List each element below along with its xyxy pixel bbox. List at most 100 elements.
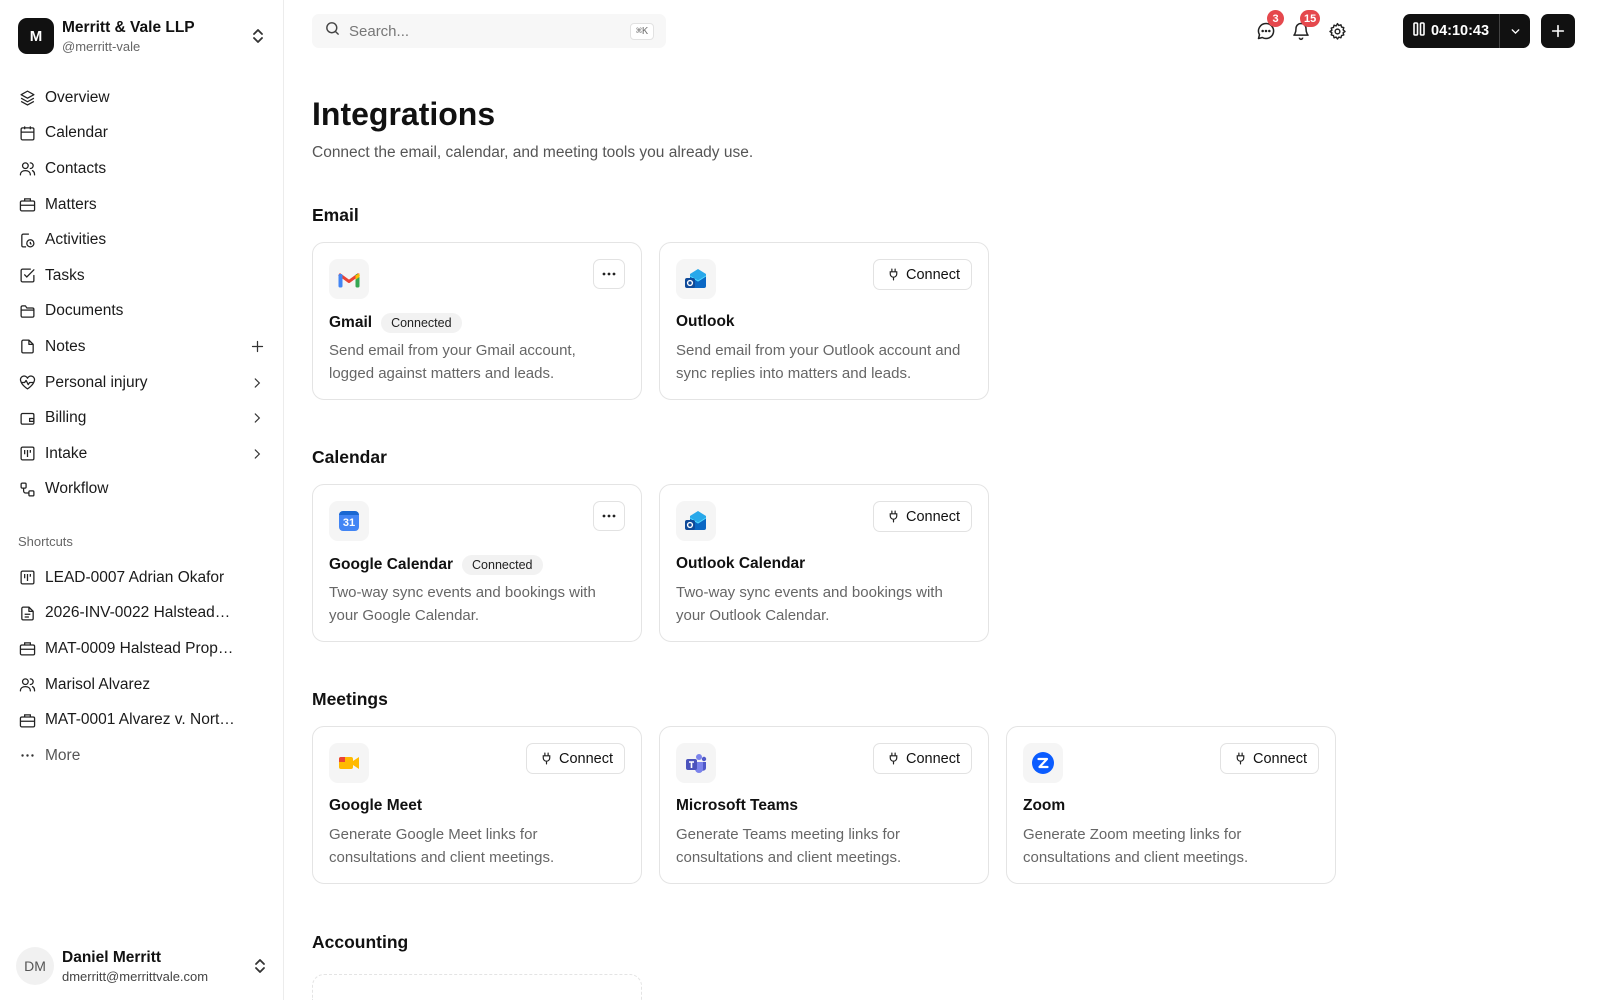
- integration-name: Outlook Calendar: [676, 555, 806, 572]
- shortcut-item[interactable]: MAT-0009 Halstead Prop…: [10, 631, 274, 667]
- shortcut-label: LEAD-0007 Adrian Okafor: [45, 568, 225, 586]
- workspace-logo: M: [18, 18, 54, 54]
- integration-name: Gmail: [329, 314, 373, 331]
- add-note-button[interactable]: [248, 338, 266, 356]
- nav-item-documents[interactable]: Documents: [10, 294, 274, 330]
- topbar: ⌘K 3 15 04:10:43: [285, 0, 1600, 62]
- nav-label: Personal injury: [45, 373, 148, 391]
- integration-description: Two-way sync events and bookings with yo…: [676, 584, 943, 624]
- more-options-button[interactable]: [593, 501, 625, 531]
- chevron-up-down-icon[interactable]: [248, 26, 268, 46]
- connect-button[interactable]: Connect: [872, 743, 972, 774]
- nav-item-matters[interactable]: Matters: [10, 187, 274, 223]
- briefcase-icon: [18, 640, 36, 658]
- clock-document-icon: [18, 231, 36, 249]
- teams-logo-icon: [676, 743, 716, 783]
- user-icon: [18, 676, 36, 694]
- nav-item-calendar[interactable]: Calendar: [10, 116, 274, 152]
- checkbox-icon: [18, 267, 36, 285]
- nav-item-activities[interactable]: Activities: [10, 222, 274, 258]
- connect-button[interactable]: Connect: [872, 259, 972, 290]
- nav-item-overview[interactable]: Overview: [10, 80, 274, 116]
- chevron-right-icon[interactable]: [248, 445, 266, 463]
- integration-name: Outlook: [676, 313, 735, 330]
- nav-item-tasks[interactable]: Tasks: [10, 258, 274, 294]
- nav-label: Workflow: [45, 480, 109, 498]
- nav-item-contacts[interactable]: Contacts: [10, 151, 274, 187]
- integration-card-outlook-calendar: Connect Outlook Calendar Two-way sync ev…: [659, 484, 989, 642]
- timer-pause-button[interactable]: 04:10:43: [1403, 14, 1501, 48]
- notifications-button[interactable]: 15: [1290, 10, 1321, 42]
- more-label: More: [45, 746, 81, 764]
- shortcut-item[interactable]: 2026-INV-0022 Halstead…: [10, 596, 274, 632]
- nav-label: Calendar: [45, 124, 108, 142]
- nav-label: Intake: [45, 444, 88, 462]
- settings-button[interactable]: [1326, 20, 1348, 42]
- nav-label: Notes: [45, 337, 86, 355]
- nav-label: Contacts: [45, 159, 107, 177]
- plug-icon: [887, 751, 900, 766]
- nav-item-billing[interactable]: Billing: [10, 400, 274, 436]
- nav-label: Documents: [45, 302, 124, 320]
- time-tracker: 04:10:43: [1403, 14, 1531, 48]
- integration-card-zoom: Connect Zoom Generate Zoom meeting links…: [1006, 726, 1336, 884]
- google-calendar-logo-icon: 31: [329, 501, 369, 541]
- wallet-icon: [18, 409, 36, 427]
- outlook-logo-icon: [676, 501, 716, 541]
- page-title: Integrations: [312, 96, 496, 132]
- ellipsis-icon: [602, 514, 616, 518]
- chevron-up-down-icon[interactable]: [250, 956, 270, 976]
- chevron-right-icon[interactable]: [248, 374, 266, 392]
- plug-icon: [887, 509, 900, 524]
- main-nav: Overview Calendar Contacts Matters Activ…: [10, 80, 274, 507]
- connect-button[interactable]: Connect: [525, 743, 625, 774]
- nav-item-notes[interactable]: Notes: [10, 329, 274, 365]
- shortcut-item[interactable]: MAT-0001 Alvarez v. Nort…: [10, 702, 274, 738]
- workspace-switcher[interactable]: M Merritt & Vale LLP @merritt-vale: [18, 16, 268, 56]
- calendar-date-text: 31: [339, 511, 359, 531]
- note-icon: [18, 338, 36, 356]
- integration-description: Generate Google Meet links for consultat…: [329, 826, 555, 866]
- user-name: Daniel Merritt: [62, 948, 162, 966]
- more-options-button[interactable]: [593, 259, 625, 289]
- workflow-icon: [18, 480, 36, 498]
- chevron-right-icon[interactable]: [248, 409, 266, 427]
- connect-button[interactable]: Connect: [1219, 743, 1319, 774]
- page-subtitle: Connect the email, calendar, and meeting…: [312, 144, 754, 161]
- shortcuts-more[interactable]: More: [10, 738, 274, 774]
- timer-value: 04:10:43: [1431, 23, 1490, 39]
- connect-label: Connect: [905, 750, 960, 767]
- nav-item-intake[interactable]: Intake: [10, 436, 274, 472]
- integration-card-outlook: Connect Outlook Send email from your Out…: [659, 242, 989, 400]
- plus-icon: [1551, 24, 1565, 38]
- integration-card-gmail: Gmail Connected Send email from your Gma…: [312, 242, 642, 400]
- connect-label: Connect: [905, 508, 960, 525]
- nav-item-workflow[interactable]: Workflow: [10, 472, 274, 508]
- section-title-accounting: Accounting: [312, 932, 409, 952]
- gear-icon: [1328, 22, 1346, 40]
- plug-icon: [887, 267, 900, 282]
- integration-description: Generate Teams meeting links for consult…: [676, 826, 902, 866]
- connect-button[interactable]: Connect: [872, 501, 972, 532]
- nav-item-personal-injury[interactable]: Personal injury: [10, 365, 274, 401]
- shortcut-item[interactable]: LEAD-0007 Adrian Okafor: [10, 560, 274, 596]
- shortcuts-heading: Shortcuts: [18, 534, 73, 549]
- integration-card-google-meet: Connect Google Meet Generate Google Meet…: [312, 726, 642, 884]
- create-new-button[interactable]: [1541, 14, 1575, 48]
- user-menu[interactable]: DM Daniel Merritt dmerritt@merrittvale.c…: [16, 944, 270, 988]
- messages-badge: 3: [1267, 10, 1284, 27]
- status-badge: Connected: [381, 313, 462, 333]
- plug-icon: [1234, 751, 1247, 766]
- kanban-icon: [18, 569, 36, 587]
- briefcase-icon: [18, 711, 36, 729]
- integration-card-google-calendar: 31 Google Calendar Connected Two-way syn…: [312, 484, 642, 642]
- messages-button[interactable]: 3: [1255, 10, 1284, 42]
- plug-icon: [540, 751, 553, 766]
- search-input[interactable]: [349, 22, 630, 40]
- status-badge: Connected: [462, 555, 543, 575]
- integration-description: Send email from your Outlook account and…: [676, 342, 961, 382]
- shortcut-item[interactable]: Marisol Alvarez: [10, 667, 274, 703]
- search-bar[interactable]: ⌘K: [312, 14, 666, 48]
- connect-label: Connect: [905, 266, 960, 283]
- timer-dropdown-button[interactable]: [1500, 14, 1530, 48]
